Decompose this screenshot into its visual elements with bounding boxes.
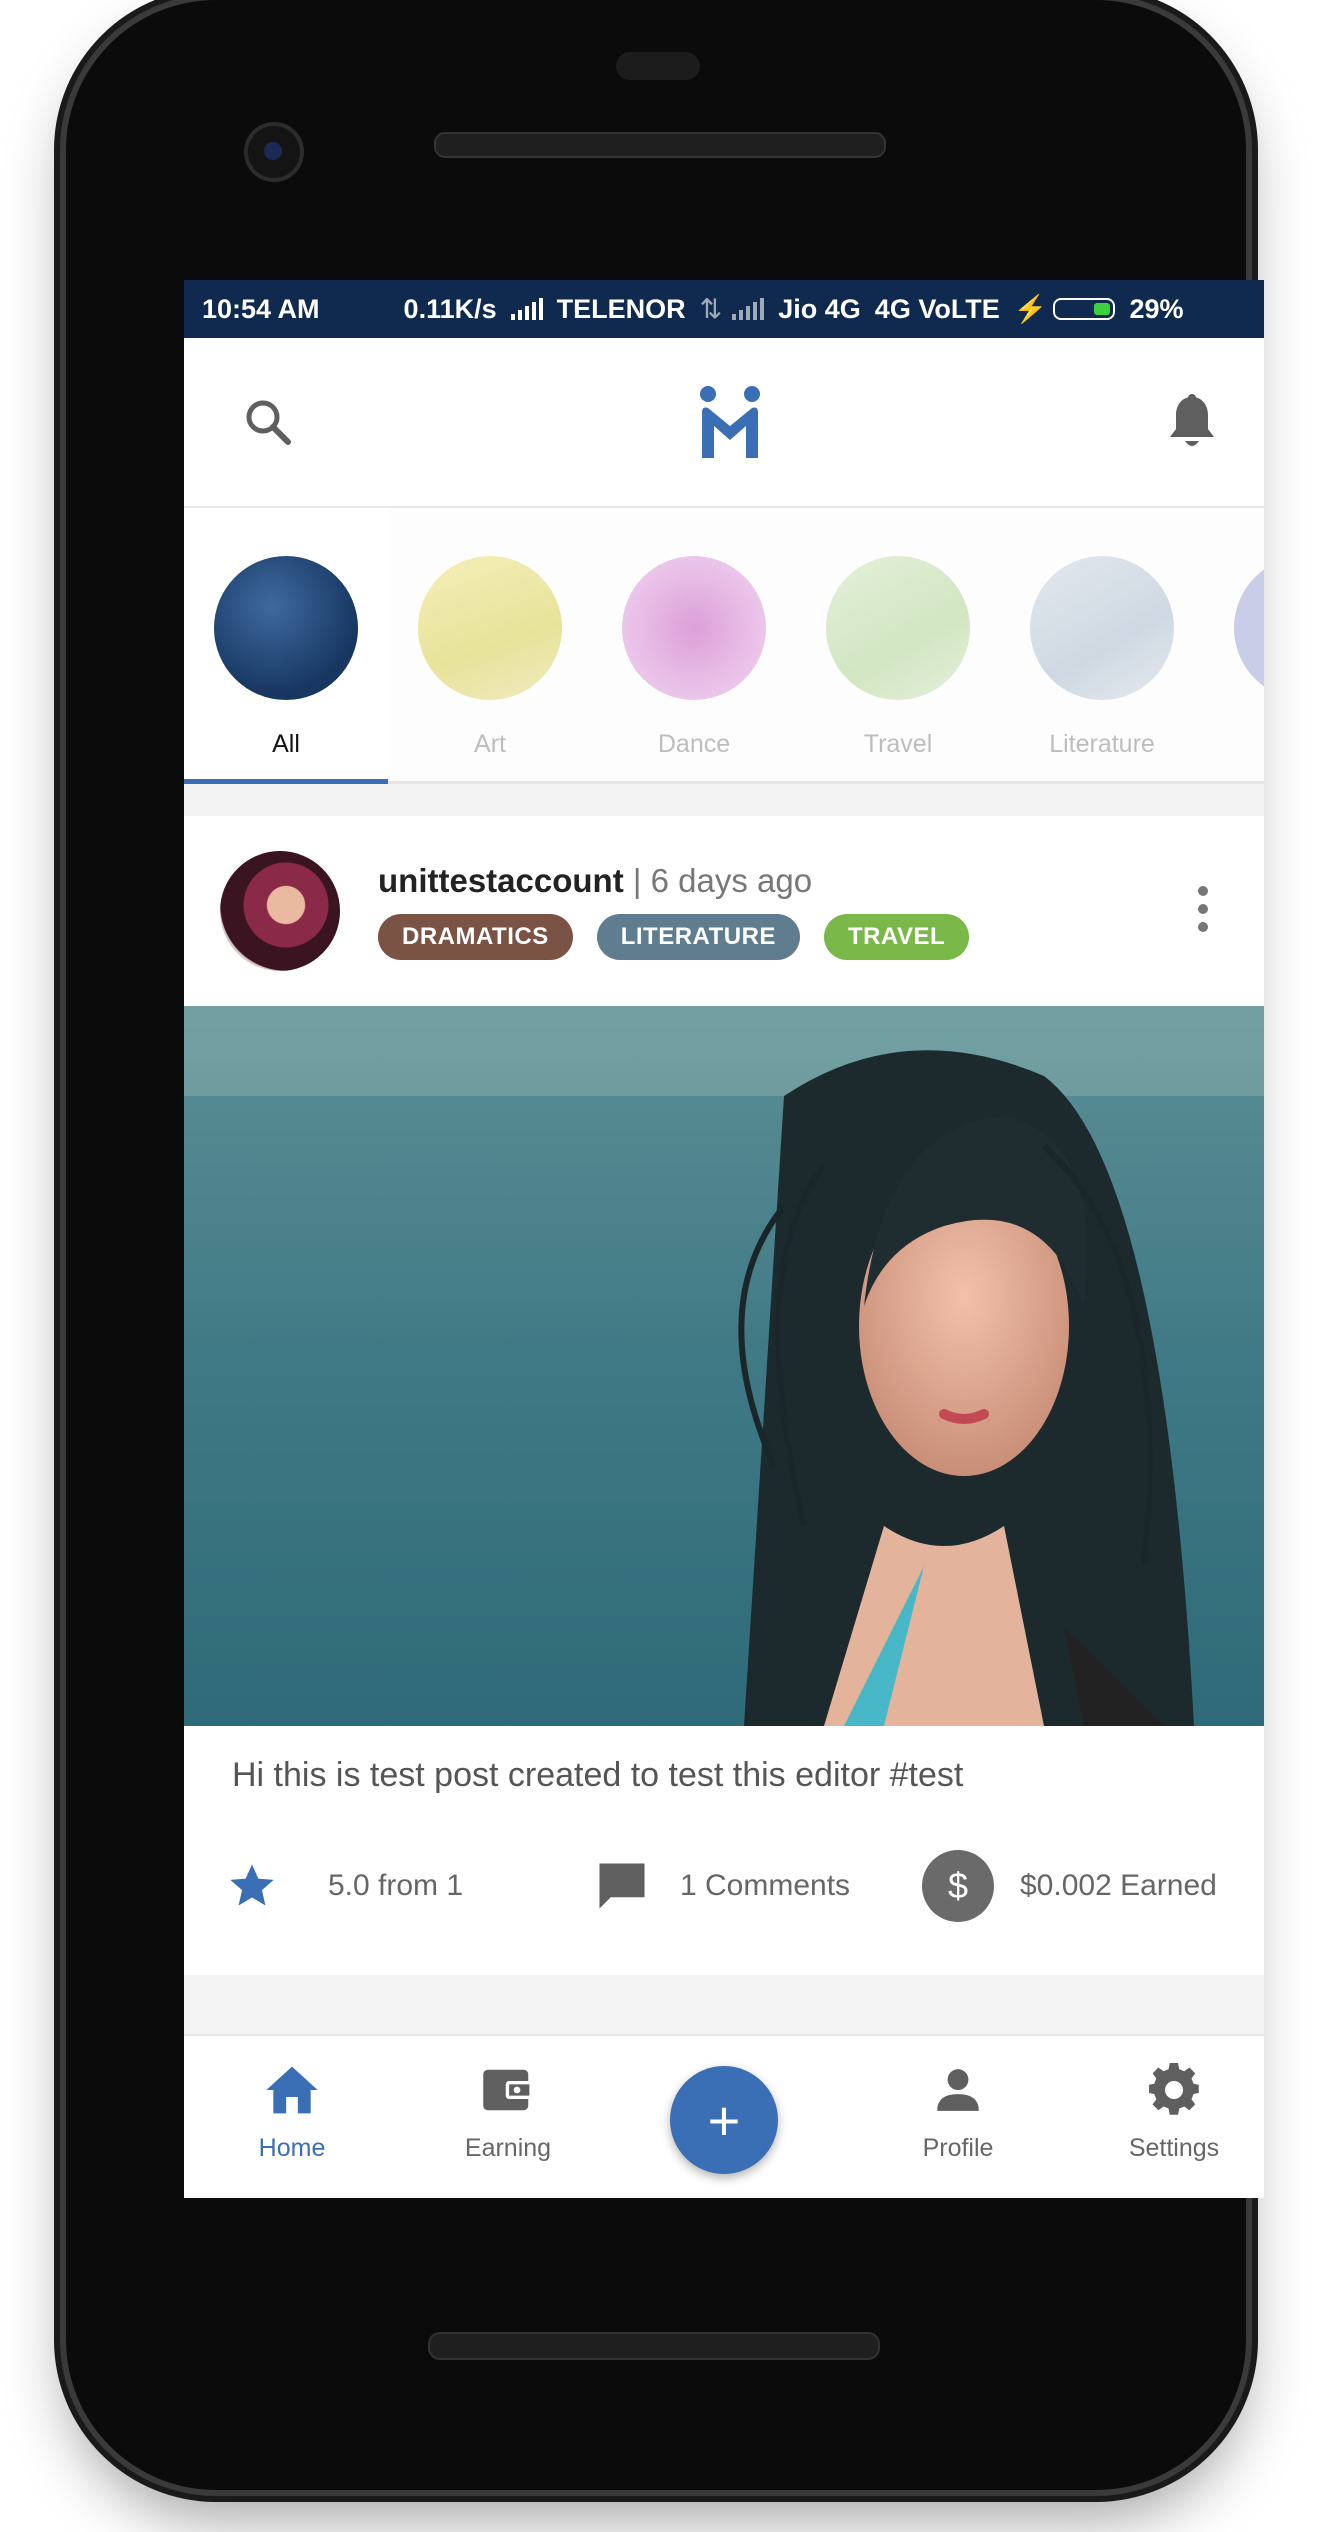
tag-dramatics[interactable]: DRAMATICS xyxy=(378,914,573,960)
add-post-button[interactable]: + xyxy=(670,2066,778,2174)
dollar-icon: $ xyxy=(922,1850,994,1922)
category-label: Literature xyxy=(1049,730,1155,758)
earpiece-speaker xyxy=(434,132,886,158)
app-screen: 10:54 AM 0.11K/s TELENOR ⇅ Jio 4G 4G VoL… xyxy=(184,280,1264,2198)
category-art[interactable]: Art xyxy=(388,508,592,781)
bottom-speaker xyxy=(428,2332,880,2360)
nav-home[interactable]: Home xyxy=(202,2062,382,2163)
earned-stat: $ $0.002 Earned xyxy=(922,1850,1217,1922)
category-literature-image xyxy=(1030,556,1174,700)
category-strip: All Art Dance Travel Literature xyxy=(184,508,1264,784)
rating-stat[interactable]: 5.0 from 1 xyxy=(226,1860,463,1912)
logo-icon xyxy=(700,386,760,458)
star-icon xyxy=(230,1864,274,1906)
category-all[interactable]: All xyxy=(184,508,388,784)
notifications-button[interactable] xyxy=(1160,390,1224,454)
post-stats: 5.0 from 1 1 Comments $ $0.002 Earned xyxy=(184,1824,1264,1948)
status-battery: 29% xyxy=(1129,293,1184,324)
post-tags: DRAMATICS LITERATURE TRAVEL xyxy=(378,914,970,960)
category-art-image xyxy=(418,556,562,700)
feed-gap xyxy=(184,1975,1264,2039)
tag-travel[interactable]: TRAVEL xyxy=(823,914,970,960)
nav-profile[interactable]: Profile xyxy=(868,2062,1048,2163)
comments-label: 1 Comments xyxy=(680,1869,851,1902)
category-travel-image xyxy=(826,556,970,700)
nav-earning[interactable]: Earning xyxy=(418,2062,598,2163)
category-all-image xyxy=(214,556,358,700)
nav-settings[interactable]: Settings xyxy=(1084,2062,1264,2163)
search-button[interactable] xyxy=(236,390,300,454)
front-camera xyxy=(244,122,304,182)
person-icon xyxy=(930,2062,986,2118)
data-transfer-icon: ⇅ xyxy=(699,293,723,324)
category-label: All xyxy=(272,730,300,758)
avatar[interactable] xyxy=(220,851,340,971)
post-username[interactable]: unittestaccount xyxy=(378,862,624,899)
post-meta: unittestaccount | 6 days ago DRAMATICS L… xyxy=(378,862,970,960)
charging-icon: ⚡ xyxy=(1013,294,1048,324)
status-speed: 0.11K/s xyxy=(403,293,497,324)
status-carrier-1: TELENOR xyxy=(556,293,686,324)
status-bar: 10:54 AM 0.11K/s TELENOR ⇅ Jio 4G 4G VoL… xyxy=(184,280,1264,338)
category-label: Art xyxy=(474,730,506,758)
app-bar xyxy=(184,338,1264,508)
status-time: 10:54 AM xyxy=(202,293,320,324)
post-text: Hi this is test post created to test thi… xyxy=(232,1756,964,1794)
section-gap xyxy=(184,784,1264,816)
tag-literature[interactable]: LITERATURE xyxy=(596,914,800,960)
post-image[interactable] xyxy=(184,1006,1264,1726)
category-label: Dance xyxy=(657,730,731,758)
category-dance-image xyxy=(622,556,766,700)
bottom-navigation: Home Earning + Profile Settings xyxy=(184,2034,1264,2198)
home-icon xyxy=(264,2062,320,2118)
category-label: Travel xyxy=(863,730,933,758)
signal-icon-2 xyxy=(732,298,765,320)
nav-home-label: Home xyxy=(258,2134,326,2162)
category-dance[interactable]: Dance xyxy=(592,508,796,781)
post-header: unittestaccount | 6 days ago DRAMATICS L… xyxy=(184,816,1264,1006)
earned-label: $0.002 Earned xyxy=(1020,1869,1217,1902)
status-network: 4G VoLTE xyxy=(874,293,1000,324)
category-more[interactable] xyxy=(1204,508,1264,781)
nav-settings-label: Settings xyxy=(1128,2134,1220,2162)
comment-icon xyxy=(599,1863,645,1909)
phone-frame: 10:54 AM 0.11K/s TELENOR ⇅ Jio 4G 4G VoL… xyxy=(66,0,1264,2490)
more-options-icon[interactable] xyxy=(1198,886,1208,932)
category-literature[interactable]: Literature xyxy=(1000,508,1204,781)
category-travel[interactable]: Travel xyxy=(796,508,1000,781)
status-carrier-2: Jio 4G xyxy=(778,293,861,324)
rating-label: 5.0 from 1 xyxy=(328,1869,464,1902)
app-logo[interactable] xyxy=(690,382,770,462)
sensor xyxy=(616,52,700,80)
category-more-image xyxy=(1234,556,1264,700)
search-icon xyxy=(246,400,291,445)
post-photo-illustration xyxy=(184,1006,1264,1726)
wallet-icon xyxy=(480,2062,536,2118)
post-time: | 6 days ago xyxy=(632,862,813,899)
bell-icon xyxy=(1170,394,1214,446)
gear-icon xyxy=(1146,2062,1202,2118)
nav-earning-label: Earning xyxy=(464,2134,552,2162)
signal-icon xyxy=(510,298,543,320)
battery-icon xyxy=(1053,298,1116,320)
post-byline: unittestaccount | 6 days ago xyxy=(378,862,969,900)
comments-stat[interactable]: 1 Comments xyxy=(594,1859,850,1913)
nav-profile-label: Profile xyxy=(922,2134,994,2162)
